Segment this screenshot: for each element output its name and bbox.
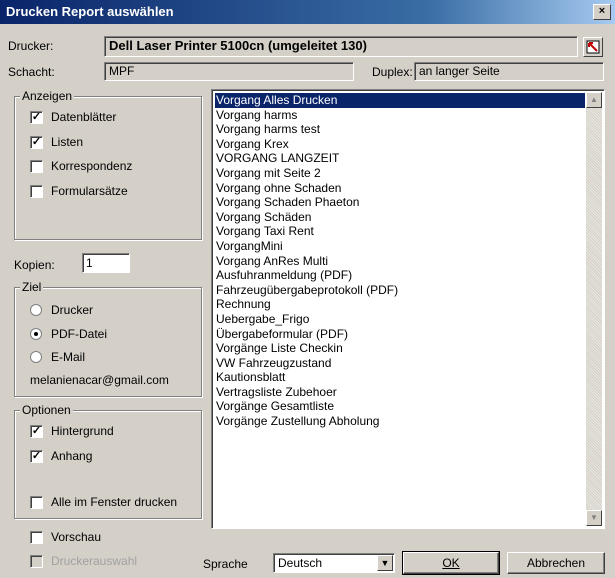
list-item[interactable]: Vorgänge Gesamtliste [215, 399, 585, 414]
target-radio[interactable] [30, 304, 42, 316]
copies-label: Kopien: [14, 258, 55, 272]
show-option-label: Korrespondenz [51, 159, 133, 173]
duplex-field: an langer Seite [414, 62, 604, 81]
list-item[interactable]: Vorgang Schäden [215, 210, 585, 225]
show-checkbox[interactable]: ✓ [30, 136, 43, 149]
list-item[interactable]: Vorgang Schaden Phaeton [215, 195, 585, 210]
title-bar: Drucken Report auswählen × [0, 0, 615, 24]
target-radio[interactable] [30, 351, 42, 363]
copies-input[interactable]: 1 [82, 253, 130, 273]
list-item[interactable]: Rechnung [215, 297, 585, 312]
list-item[interactable]: Vorgang harms [215, 108, 585, 123]
show-checkbox[interactable] [30, 160, 43, 173]
chevron-down-icon[interactable]: ▼ [377, 555, 393, 571]
ok-label: OK [442, 556, 460, 570]
list-item[interactable]: Ausfuhranmeldung (PDF) [215, 268, 585, 283]
language-value: Deutsch [278, 556, 323, 570]
target-option-label: E-Mail [51, 350, 86, 364]
printer-name-field: Dell Laser Printer 5100cn (umgeleitet 13… [104, 36, 578, 57]
show-option-label: Formularsätze [51, 184, 128, 198]
list-item[interactable]: Vorgang Krex [215, 137, 585, 152]
printer-select-icon [586, 40, 600, 54]
close-button[interactable]: × [593, 4, 611, 20]
list-item[interactable]: Vorgang mit Seite 2 [215, 166, 585, 181]
scroll-up-button[interactable]: ▲ [586, 92, 602, 108]
scroll-down-button[interactable]: ▼ [586, 510, 602, 526]
list-item[interactable]: Vorgang AnRes Multi [215, 254, 585, 269]
report-list[interactable]: Vorgang Alles Drucken Vorgang harms Vorgan… [211, 89, 605, 529]
show-option-label: Datenblätter [51, 110, 117, 124]
printer-select-button[interactable] [583, 37, 603, 57]
list-item[interactable]: Vorgänge Liste Checkin [215, 341, 585, 356]
email-address: melanienacar@gmail.com [30, 373, 169, 387]
printer-select-label: Druckerauswahl [51, 554, 138, 568]
list-item[interactable]: Vorgang harms test [215, 122, 585, 137]
printer-label: Drucker: [8, 39, 54, 53]
tray-label: Schacht: [8, 65, 55, 79]
list-item[interactable]: VW Fahrzeugzustand [215, 356, 585, 371]
option-label: Alle im Fenster drucken [51, 495, 178, 509]
duplex-label: Duplex: [372, 65, 413, 79]
target-option-label: Drucker [51, 303, 94, 317]
show-checkbox[interactable]: ✓ [30, 111, 43, 124]
option-checkbox[interactable]: ✓ [30, 425, 43, 438]
show-checkbox[interactable] [30, 185, 43, 198]
print-report-dialog: Drucken Report auswählen × Drucker: Dell… [0, 0, 615, 578]
list-item[interactable]: Vorgänge Zustellung Abholung [215, 414, 585, 429]
list-item[interactable]: Fahrzeugübergabeprotokoll (PDF) [215, 283, 585, 298]
target-option-label: PDF-Datei [51, 327, 108, 341]
language-select[interactable]: Deutsch ▼ [273, 553, 395, 573]
option-label: Anhang [51, 449, 93, 463]
show-option-label: Listen [51, 135, 84, 149]
target-group-legend: Ziel [20, 280, 44, 294]
ok-button[interactable]: OK [402, 551, 500, 575]
option-label: Hintergrund [51, 424, 114, 438]
list-item[interactable]: Vorgang ohne Schaden [215, 181, 585, 196]
options-group-legend: Optionen [20, 403, 73, 417]
report-list-scrollbar[interactable]: ▲ ▼ [586, 92, 602, 526]
list-item[interactable]: Vorgang Taxi Rent [215, 224, 585, 239]
cancel-button[interactable]: Abbrechen [507, 552, 605, 574]
list-item[interactable]: Übergabeformular (PDF) [215, 327, 585, 342]
preview-checkbox[interactable] [30, 531, 43, 544]
tray-field: MPF [104, 62, 354, 81]
preview-label: Vorschau [51, 530, 102, 544]
show-group-legend: Anzeigen [20, 89, 75, 103]
list-item[interactable]: VorgangMini [215, 239, 585, 254]
window-title: Drucken Report auswählen [6, 4, 174, 19]
report-list-items: Vorgang Alles Drucken Vorgang harms Vorgan… [215, 93, 585, 429]
target-radio[interactable] [30, 328, 42, 340]
option-checkbox[interactable]: ✓ [30, 450, 43, 463]
list-item[interactable]: VORGANG LANGZEIT [215, 151, 585, 166]
printer-select-checkbox [30, 555, 43, 568]
list-item[interactable]: Uebergabe_Frigo [215, 312, 585, 327]
list-item[interactable]: Vorgang Alles Drucken [215, 93, 585, 108]
option-checkbox[interactable] [30, 496, 43, 509]
language-label: Sprache [203, 557, 248, 571]
cancel-label: Abbrechen [526, 556, 586, 570]
list-item[interactable]: Vertragsliste Zubehoer [215, 385, 585, 400]
list-item[interactable]: Kautionsblatt [215, 370, 585, 385]
